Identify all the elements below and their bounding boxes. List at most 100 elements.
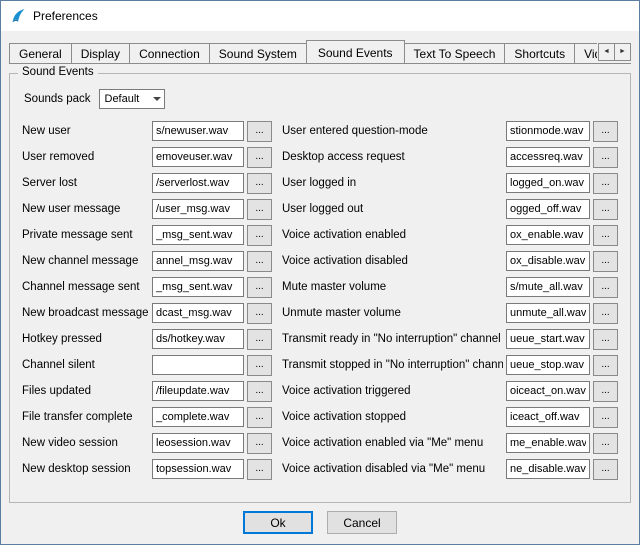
browse-button[interactable]: ... — [247, 121, 272, 142]
event-label: New broadcast message — [22, 307, 149, 319]
browse-button[interactable]: ... — [247, 355, 272, 376]
event-row: Files updated... — [22, 378, 272, 404]
browse-button[interactable]: ... — [593, 459, 618, 480]
tab-connection[interactable]: Connection — [129, 43, 210, 63]
browse-button[interactable]: ... — [593, 121, 618, 142]
event-label: File transfer complete — [22, 411, 149, 423]
sound-file-input[interactable] — [152, 303, 244, 323]
event-label: Channel silent — [22, 359, 149, 371]
event-row: Voice activation enabled... — [282, 222, 618, 248]
browse-button[interactable]: ... — [593, 277, 618, 298]
sound-file-input[interactable] — [152, 329, 244, 349]
event-row: Desktop access request... — [282, 144, 618, 170]
event-label: Mute master volume — [282, 281, 503, 293]
browse-button[interactable]: ... — [247, 251, 272, 272]
sound-file-input[interactable] — [506, 381, 590, 401]
sound-file-input[interactable] — [506, 121, 590, 141]
event-label: Voice activation enabled — [282, 229, 503, 241]
sound-file-input[interactable] — [506, 147, 590, 167]
event-row: Transmit ready in "No interruption" chan… — [282, 326, 618, 352]
sound-file-input[interactable] — [506, 199, 590, 219]
event-row: Voice activation stopped... — [282, 404, 618, 430]
sound-file-input[interactable] — [506, 433, 590, 453]
sound-file-input[interactable] — [506, 355, 590, 375]
browse-button[interactable]: ... — [247, 277, 272, 298]
event-label: New user — [22, 125, 149, 137]
event-row: Voice activation disabled... — [282, 248, 618, 274]
tab-scroll-right-icon[interactable]: ► — [614, 43, 631, 61]
event-row: File transfer complete... — [22, 404, 272, 430]
sound-file-input[interactable] — [152, 147, 244, 167]
sound-file-input[interactable] — [506, 329, 590, 349]
browse-button[interactable]: ... — [247, 199, 272, 220]
sound-file-input[interactable] — [152, 433, 244, 453]
sound-file-input[interactable] — [506, 459, 590, 479]
event-label: Voice activation triggered — [282, 385, 503, 397]
event-label: New user message — [22, 203, 149, 215]
event-row: Transmit stopped in "No interruption" ch… — [282, 352, 618, 378]
sound-file-input[interactable] — [152, 381, 244, 401]
sound-file-input[interactable] — [152, 407, 244, 427]
tab-text-to-speech[interactable]: Text To Speech — [404, 43, 506, 63]
browse-button[interactable]: ... — [247, 407, 272, 428]
sounds-pack-label: Sounds pack — [24, 93, 91, 105]
tab-general[interactable]: General — [9, 43, 72, 63]
sound-file-input[interactable] — [152, 277, 244, 297]
browse-button[interactable]: ... — [593, 147, 618, 168]
sounds-pack-dropdown[interactable]: Default — [99, 89, 165, 109]
event-label: Desktop access request — [282, 151, 503, 163]
tab-shortcuts[interactable]: Shortcuts — [504, 43, 575, 63]
tab-scroll-control: ◄ ► — [597, 43, 631, 61]
event-row: Hotkey pressed... — [22, 326, 272, 352]
tab-bar: General Display Connection Sound System … — [9, 37, 631, 64]
sound-file-input[interactable] — [506, 277, 590, 297]
sound-file-input[interactable] — [152, 121, 244, 141]
sound-file-input[interactable] — [506, 407, 590, 427]
browse-button[interactable]: ... — [593, 173, 618, 194]
browse-button[interactable]: ... — [593, 251, 618, 272]
tab-sound-events[interactable]: Sound Events — [306, 40, 405, 64]
browse-button[interactable]: ... — [593, 199, 618, 220]
event-label: Hotkey pressed — [22, 333, 149, 345]
tab-scroll-left-icon[interactable]: ◄ — [598, 43, 615, 61]
cancel-button[interactable]: Cancel — [327, 511, 397, 534]
sound-file-input[interactable] — [506, 251, 590, 271]
browse-button[interactable]: ... — [247, 433, 272, 454]
browse-button[interactable]: ... — [247, 147, 272, 168]
event-label: Voice activation disabled via "Me" menu — [282, 463, 503, 475]
browse-button[interactable]: ... — [247, 225, 272, 246]
event-label: New channel message — [22, 255, 149, 267]
browse-button[interactable]: ... — [593, 225, 618, 246]
tab-display[interactable]: Display — [71, 43, 130, 63]
sound-file-input[interactable] — [152, 251, 244, 271]
ok-button[interactable]: Ok — [243, 511, 313, 534]
browse-button[interactable]: ... — [593, 381, 618, 402]
event-label: User entered question-mode — [282, 125, 503, 137]
sound-file-input[interactable] — [152, 173, 244, 193]
browse-button[interactable]: ... — [247, 459, 272, 480]
tab-sound-system[interactable]: Sound System — [209, 43, 307, 63]
browse-button[interactable]: ... — [247, 329, 272, 350]
sound-file-input[interactable] — [506, 303, 590, 323]
browse-button[interactable]: ... — [247, 173, 272, 194]
event-row: Unmute master volume... — [282, 300, 618, 326]
browse-button[interactable]: ... — [247, 303, 272, 324]
event-label: Channel message sent — [22, 281, 149, 293]
sound-file-input[interactable] — [152, 355, 244, 375]
event-row: Voice activation triggered... — [282, 378, 618, 404]
dialog-content: General Display Connection Sound System … — [1, 31, 639, 544]
app-icon — [10, 8, 26, 24]
browse-button[interactable]: ... — [593, 329, 618, 350]
sound-file-input[interactable] — [506, 173, 590, 193]
sound-file-input[interactable] — [152, 459, 244, 479]
sound-file-input[interactable] — [152, 199, 244, 219]
browse-button[interactable]: ... — [593, 407, 618, 428]
browse-button[interactable]: ... — [247, 381, 272, 402]
event-label: User logged out — [282, 203, 503, 215]
title-bar[interactable]: Preferences — [1, 1, 639, 31]
sound-file-input[interactable] — [506, 225, 590, 245]
browse-button[interactable]: ... — [593, 433, 618, 454]
sound-file-input[interactable] — [152, 225, 244, 245]
browse-button[interactable]: ... — [593, 303, 618, 324]
browse-button[interactable]: ... — [593, 355, 618, 376]
